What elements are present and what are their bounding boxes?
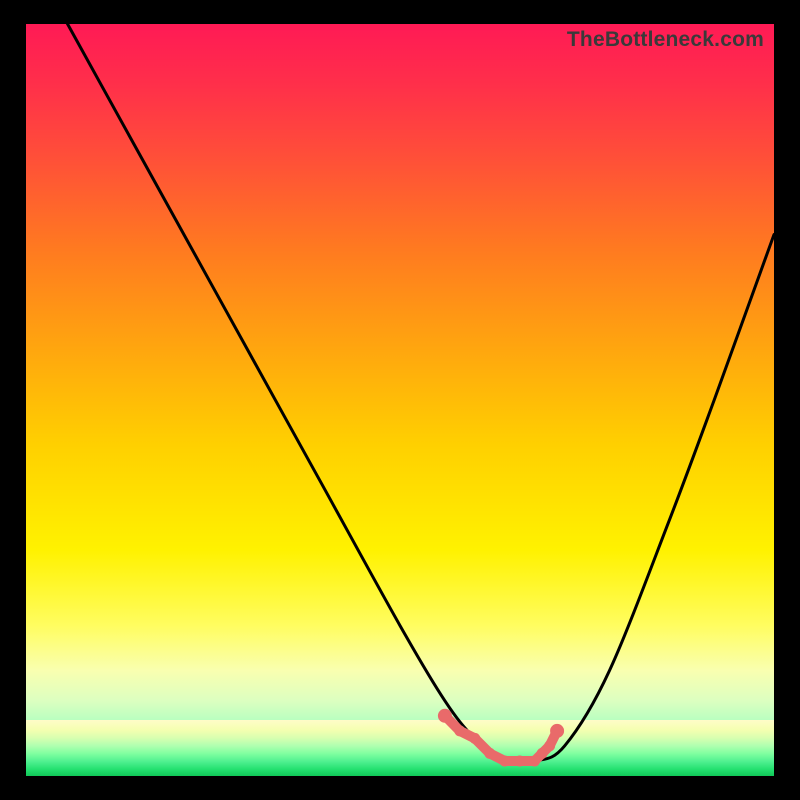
watermark-text: TheBottleneck.com (567, 28, 764, 52)
marker-dot (484, 748, 495, 759)
marker-dot (454, 725, 465, 736)
marker-dot (514, 756, 525, 767)
marker-dot (544, 740, 555, 751)
chart-frame: TheBottleneck.com (26, 24, 774, 776)
chart-svg (26, 24, 774, 776)
bottleneck-curve (26, 24, 774, 763)
marker-dot (469, 733, 480, 744)
marker-dot (550, 724, 564, 738)
plot-area: TheBottleneck.com (26, 24, 774, 776)
marker-dot (499, 756, 510, 767)
marker-dot (438, 709, 452, 723)
